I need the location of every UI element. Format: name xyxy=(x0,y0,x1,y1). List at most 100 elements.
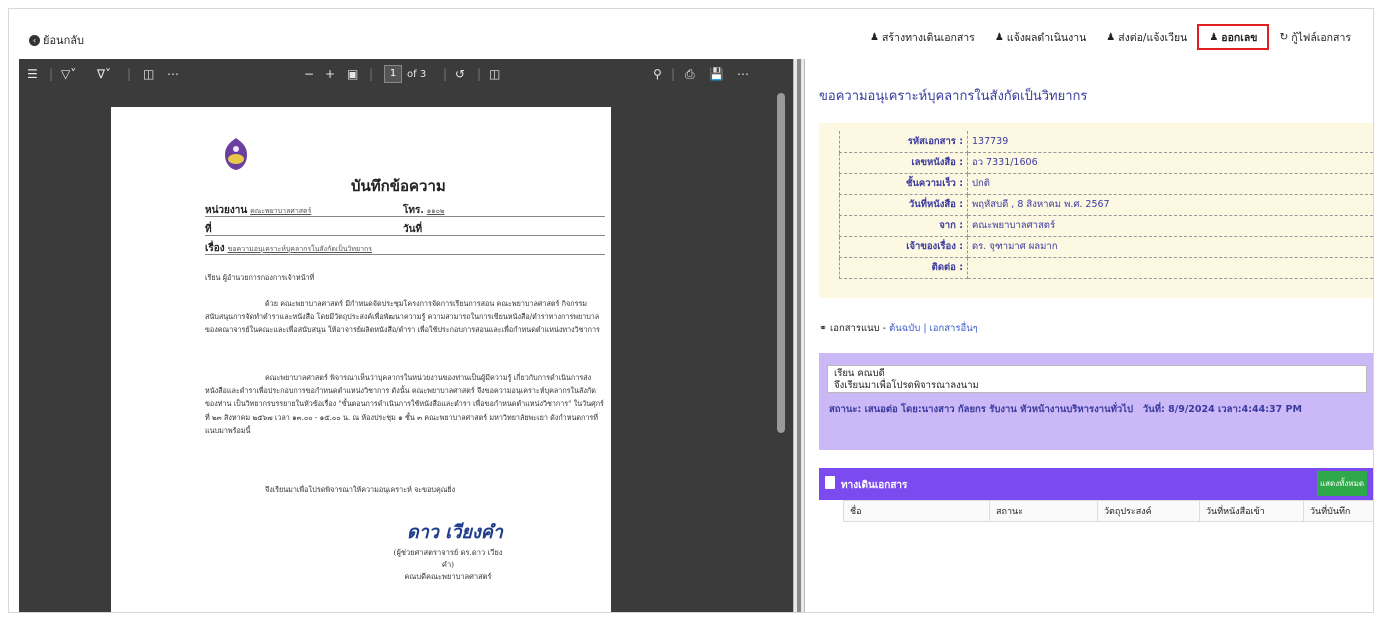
signature: ดาว เวียงคำ xyxy=(407,522,503,543)
highlight-icon[interactable]: ▽˅ xyxy=(61,66,76,82)
pdf-toolbar: ☰ | ▽˅ ∇˅ | ◫ ⋯ − + ▣ | 1 of 3 | ↺ | ◫ ⚲… xyxy=(19,59,793,89)
tel-label: โทร. xyxy=(403,205,424,216)
status-panel: เรียน คณบดี จึงเรียนมาเพื่อโปรดพิจารณาลง… xyxy=(819,353,1373,450)
subject-label: เรื่อง xyxy=(205,243,225,254)
signer-name: (ผู้ช่วยศาสตราจารย์ ดร.ดาว เวียงคำ) คณบด… xyxy=(393,547,503,583)
attachment-other-link[interactable]: เอกสารอื่นๆ xyxy=(930,323,978,334)
back-button[interactable]: ‹ ย้อนกลับ xyxy=(29,31,84,49)
field-value: ปกติ xyxy=(967,173,1373,195)
paragraph-2: คณะพยาบาลศาสตร์ พิจารณาเห็นว่าบุคลากรในห… xyxy=(205,373,604,435)
dept-value: คณะพยาบาลศาสตร์ xyxy=(250,207,312,215)
route-title: ทางเดินเอกสาร xyxy=(841,480,908,491)
report-result-button[interactable]: ♟ แจ้งผลดำเนินงาน xyxy=(985,24,1096,50)
field-value: 137739 xyxy=(967,131,1373,153)
info-table: รหัสเอกสาร :137739 เลขหนังสือ : อว 7331/1… xyxy=(839,131,1373,279)
info-row-book-no: เลขหนังสือ : อว 7331/1606 xyxy=(839,152,1373,174)
top-bar: ‹ ย้อนกลับ ♟ สร้างทางเดินเอกสาร ♟ แจ้งผล… xyxy=(9,9,1373,59)
page-view-icon[interactable]: ◫ xyxy=(489,66,500,82)
zoom-out-icon[interactable]: − xyxy=(304,66,314,82)
issue-number-label: ออกเลข xyxy=(1221,31,1258,44)
column-header[interactable]: วัตถุประสงค์ xyxy=(1097,500,1200,522)
date-value: 8/9/2024 xyxy=(1168,404,1215,415)
field-value xyxy=(967,257,1373,279)
print-icon[interactable]: ⎙ xyxy=(685,66,695,82)
ref-label: ที่ xyxy=(205,224,212,235)
column-header[interactable]: วันที่หนังสือเข้า xyxy=(1199,500,1304,522)
document-icon xyxy=(825,476,835,489)
draw-icon[interactable]: ∇˅ xyxy=(97,66,111,82)
info-row-contact: ติดต่อ : xyxy=(839,257,1373,279)
status-label: สถานะ: xyxy=(829,404,862,415)
date-label: วันที่ xyxy=(403,224,423,235)
show-all-button[interactable]: แสดงทั้งหมด xyxy=(1317,471,1367,496)
detail-pane: ขอความอนุเคราะห์บุคลากรในสังกัดเป็นวิทยา… xyxy=(809,59,1373,612)
document-route-header: ทางเดินเอกสาร แสดงทั้งหมด xyxy=(819,468,1373,500)
create-route-button[interactable]: ♟ สร้างทางเดินเอกสาร xyxy=(860,24,985,50)
attachment-original-link[interactable]: ต้นฉบับ xyxy=(889,323,920,334)
document-title: ขอความอนุเคราะห์บุคลากรในสังกัดเป็นวิทยา… xyxy=(819,89,1088,104)
tel-value: ๑๑๐๒ xyxy=(426,207,445,215)
page-total: of 3 xyxy=(407,69,427,80)
pdf-scrollbar[interactable] xyxy=(777,93,785,433)
subject-value: ขอความอนุเคราะห์บุคลากรในสังกัดเป็นวิทยา… xyxy=(227,245,373,253)
more-icon[interactable]: ⋯ xyxy=(737,66,749,82)
issue-number-button[interactable]: ♟ ออกเลข xyxy=(1197,24,1270,50)
memo-title: บันทึกข้อความ xyxy=(351,177,446,195)
time-label: เวลา: xyxy=(1218,404,1242,415)
status-message-line-2: จึงเรียนมาเพื่อโปรดพิจารณาลงนาม xyxy=(834,380,979,391)
person-icon: ♟ xyxy=(870,31,880,43)
status-message-line-1: เรียน คณบดี xyxy=(834,368,885,379)
route-table: ชื่อ สถานะ วัตถุประสงค์ วันที่หนังสือเข้… xyxy=(843,500,1373,522)
column-header[interactable]: สถานะ xyxy=(989,500,1098,522)
field-label: วันที่หนังสือ : xyxy=(839,194,968,216)
salutation: เรียน ผู้อำนวยการกองการเจ้าหน้าที่ xyxy=(205,273,315,282)
search-icon[interactable]: ⚲ xyxy=(653,66,662,82)
more-tools-icon[interactable]: ⋯ xyxy=(167,66,179,82)
zoom-in-icon[interactable]: + xyxy=(325,66,335,82)
field-label: ติดต่อ : xyxy=(839,257,968,279)
signer-name-text: (ผู้ช่วยศาสตราจารย์ ดร.ดาว เวียงคำ) xyxy=(393,548,503,569)
app-window: ‹ ย้อนกลับ ♟ สร้างทางเดินเอกสาร ♟ แจ้งผล… xyxy=(8,8,1374,613)
recover-file-label: กู้ไฟล์เอกสาร xyxy=(1291,31,1351,44)
forward-label: ส่งต่อ/แจ้งเวียน xyxy=(1118,31,1188,44)
attachment-label: เอกสารแนบ - xyxy=(830,323,887,334)
field-value: อว 7331/1606 xyxy=(967,152,1373,174)
column-header[interactable]: วันที่บันทึก xyxy=(1303,500,1373,522)
signer-title: คณบดีคณะพยาบาลศาสตร์ xyxy=(404,572,492,581)
list-icon[interactable]: ☰ xyxy=(27,66,38,82)
back-arrow-icon: ‹ xyxy=(29,34,40,46)
field-label: เจ้าของเรื่อง : xyxy=(839,236,968,258)
report-result-label: แจ้งผลดำเนินงาน xyxy=(1006,31,1087,44)
pdf-viewer: ☰ | ▽˅ ∇˅ | ◫ ⋯ − + ▣ | 1 of 3 | ↺ | ◫ ⚲… xyxy=(19,59,793,612)
field-label: รหัสเอกสาร : xyxy=(839,131,968,153)
page-number-input[interactable]: 1 xyxy=(384,65,402,83)
field-value: คณะพยาบาลศาสตร์ xyxy=(967,215,1373,237)
fit-page-icon[interactable]: ▣ xyxy=(347,66,358,82)
toolbar: ♟ สร้างทางเดินเอกสาร ♟ แจ้งผลดำเนินงาน ♟… xyxy=(860,23,1361,51)
column-header[interactable]: ชื่อ xyxy=(843,500,990,522)
person-icon: ♟ xyxy=(994,31,1004,43)
date-label: วันที่: xyxy=(1142,404,1165,415)
text-box-icon[interactable]: ◫ xyxy=(143,66,154,82)
university-logo-icon xyxy=(225,138,247,170)
save-icon[interactable]: 💾 xyxy=(709,66,724,82)
create-route-label: สร้างทางเดินเอกสาร xyxy=(882,31,975,44)
info-row-urgency: ชั้นความเร็ว : ปกติ xyxy=(839,173,1373,195)
attachments-row: ⚭ เอกสารแนบ - ต้นฉบับ | เอกสารอื่นๆ xyxy=(819,321,978,336)
status-message-box: เรียน คณบดี จึงเรียนมาเพื่อโปรดพิจารณาลง… xyxy=(827,365,1367,393)
document-info-box: รหัสเอกสาร :137739 เลขหนังสือ : อว 7331/1… xyxy=(819,123,1373,298)
person-icon: ♟ xyxy=(1209,31,1219,43)
attachment-separator: | xyxy=(923,323,927,334)
rotate-icon[interactable]: ↺ xyxy=(455,66,465,82)
route-table-header: ชื่อ สถานะ วัตถุประสงค์ วันที่หนังสือเข้… xyxy=(843,500,1373,522)
by-label: โดย: xyxy=(901,404,922,415)
forward-button[interactable]: ♟ ส่งต่อ/แจ้งเวียน xyxy=(1096,24,1197,50)
field-value: ดร. จุฑามาศ ผลมาก xyxy=(967,236,1373,258)
recover-file-button[interactable]: ↻ กู้ไฟล์เอกสาร xyxy=(1269,24,1361,50)
pane-splitter[interactable] xyxy=(793,59,805,612)
status-value: เสนอต่อ xyxy=(864,404,898,415)
person-icon: ♟ xyxy=(1106,31,1116,43)
field-label: ชั้นความเร็ว : xyxy=(839,173,968,195)
closing: จึงเรียนมาเพื่อโปรดพิจารณาให้ความอนุเครา… xyxy=(265,485,456,494)
info-row-from: จาก : คณะพยาบาลศาสตร์ xyxy=(839,215,1373,237)
